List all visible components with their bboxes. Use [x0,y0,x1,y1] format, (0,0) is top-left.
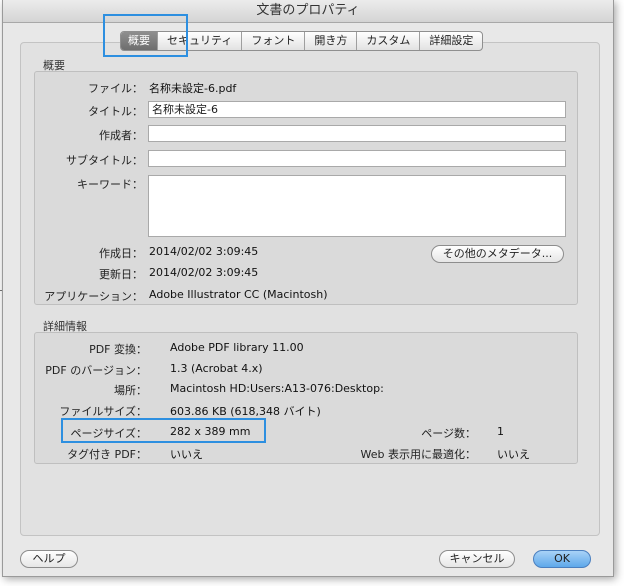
author-field[interactable] [148,125,566,142]
file-value: 名称未設定-6.pdf [149,82,237,95]
file-label: ファイル： [88,82,143,95]
ok-button[interactable]: OK [533,550,591,568]
created-value: 2014/02/02 3:09:45 [149,245,259,258]
page-size-highlight-box [61,418,266,443]
location-value: Macintosh HD:Users:A13-076:Desktop: [170,382,384,395]
title-label: タイトル： [88,105,143,118]
document-properties-dialog: 文書のプロパティ 概要 セキュリティ フォント 開き方 カスタム 詳細設定 概要… [2,0,614,577]
tab-initial-view[interactable]: 開き方 [304,32,356,50]
pdf-version-label: PDF のバージョン： [45,364,147,377]
producer-value: Adobe PDF library 11.00 [170,341,304,354]
fast-web-view-value: いいえ [497,448,530,461]
application-label: アプリケーション： [44,290,143,303]
tagged-pdf-label: タグ付き PDF： [67,448,147,461]
tab-highlight-box [103,14,188,57]
page-count-value: 1 [497,425,504,438]
more-metadata-button[interactable]: その他のメタデータ... [431,245,564,263]
tagged-pdf-value: いいえ [170,448,203,461]
file-size-value: 603.86 KB (618,348 バイト) [170,405,321,418]
keywords-label: キーワード： [77,178,143,191]
keywords-field[interactable] [148,175,566,237]
created-label: 作成日： [99,247,143,260]
location-label: 場所： [114,384,147,397]
title-field[interactable]: 名称未設定-6 [148,101,566,118]
modified-label: 更新日： [99,268,143,281]
tab-custom[interactable]: カスタム [356,32,419,50]
page-count-label: ページ数： [421,427,476,440]
application-value: Adobe Illustrator CC (Macintosh) [149,288,328,301]
tab-advanced[interactable]: 詳細設定 [419,32,482,50]
producer-label: PDF 変換： [89,343,147,356]
subject-label: サブタイトル： [66,154,143,167]
modified-value: 2014/02/02 3:09:45 [149,266,259,279]
subject-field[interactable] [148,150,566,167]
window-title: 文書のプロパティ [3,0,613,23]
author-label: 作成者： [99,129,143,142]
tab-fonts[interactable]: フォント [241,32,304,50]
fast-web-view-label: Web 表示用に最適化： [360,448,476,461]
pdf-version-value: 1.3 (Acrobat 4.x) [170,362,263,375]
file-size-label: ファイルサイズ： [59,405,147,418]
help-button[interactable]: ヘルプ [20,550,78,568]
cancel-button[interactable]: キャンセル [439,550,515,568]
